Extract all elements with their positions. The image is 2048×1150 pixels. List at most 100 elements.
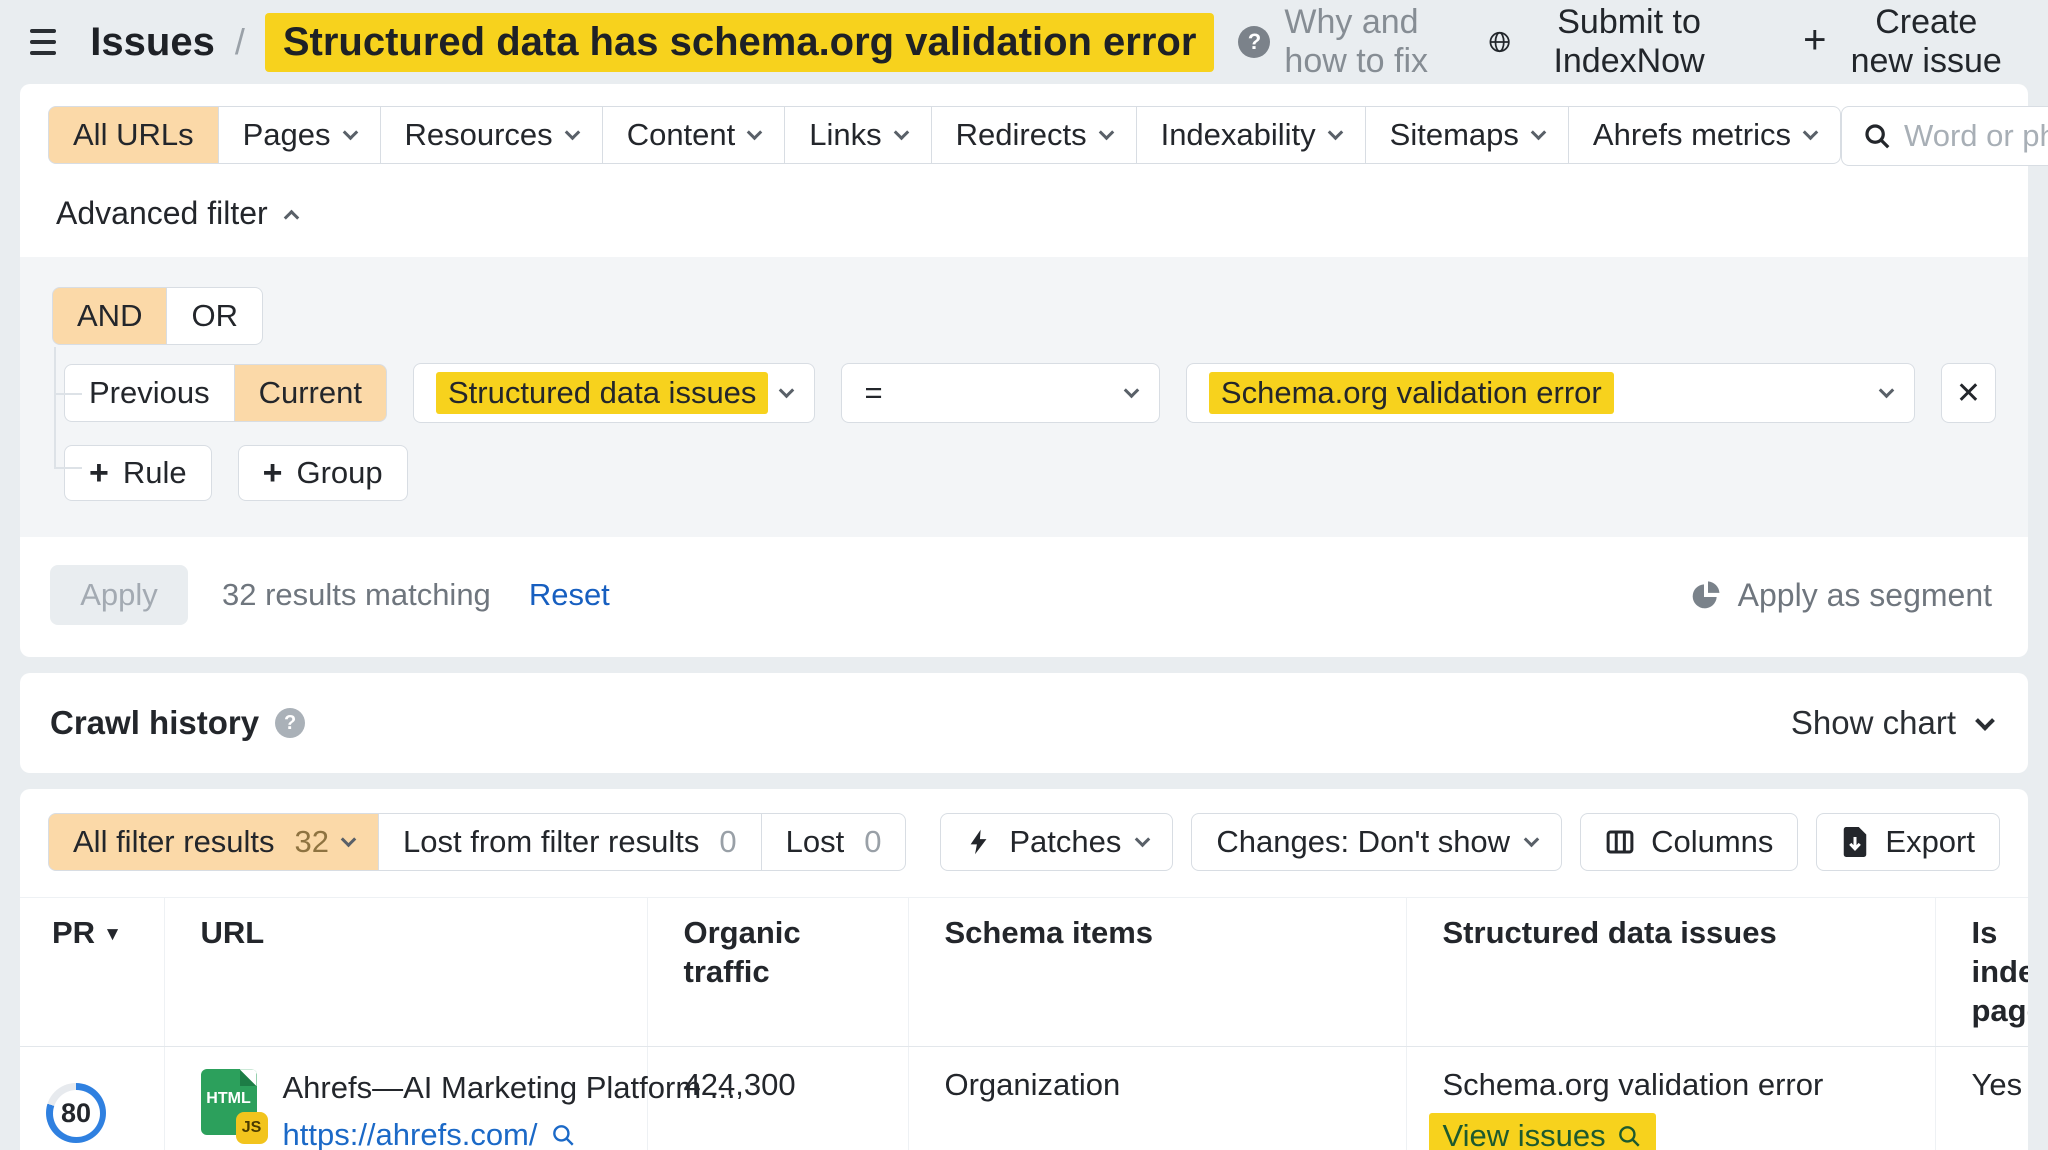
previous-button[interactable]: Previous [64,364,235,422]
tab-indexability[interactable]: Indexability [1137,106,1366,164]
tab-resources[interactable]: Resources [381,106,603,164]
why-how-to-fix-link[interactable]: ? Why and how to fix [1238,3,1481,81]
tab-all-urls[interactable]: All URLs [48,106,219,164]
chevron-down-icon [1879,383,1895,399]
column-label: Is index page [1972,915,2029,1028]
boolean-operator-toggle: AND OR [52,287,263,345]
tab-label: All URLs [73,117,194,153]
create-new-issue-button[interactable]: + Create new issue [1797,2,2018,82]
chevron-up-icon [283,209,299,225]
magnifier-icon [1616,1123,1642,1149]
submit-indexnow-button[interactable]: Submit to IndexNow [1482,2,1739,82]
columns-icon [1605,827,1635,857]
column-header-url[interactable]: URL [164,898,647,1047]
breadcrumb-issues[interactable]: Issues [90,20,215,65]
table-controls: All filter results 32 Lost from filter r… [20,813,2028,871]
add-group-button[interactable]: + Group [238,445,408,501]
show-chart-button[interactable]: Show chart [1785,703,1998,743]
column-header-pr[interactable]: PR▼ [20,898,164,1047]
chevron-down-icon [747,125,763,141]
issue-text: Schema.org validation error [1443,1067,1919,1103]
rule-value-select[interactable]: Schema.org validation error [1186,363,1915,423]
rule-connector [54,467,82,469]
is-index-page-value: Yes [1935,1047,2028,1150]
tab-lost[interactable]: Lost 0 [762,813,907,871]
chevron-down-icon [893,125,909,141]
tab-label: Content [627,117,736,153]
advanced-filter-toggle[interactable]: Advanced filter [50,194,303,233]
tab-label: Resources [405,117,553,153]
question-icon[interactable]: ? [275,708,305,738]
export-button[interactable]: Export [1816,813,2000,871]
page-url-link[interactable]: https://ahrefs.com/ [283,1117,736,1150]
remove-rule-button[interactable]: ✕ [1941,363,1996,423]
view-issues-link[interactable]: View issues [1429,1113,1656,1150]
columns-button[interactable]: Columns [1580,813,1798,871]
chevron-down-icon [1098,125,1114,141]
apply-row: Apply 32 results matching Reset Apply as… [20,537,2028,657]
tab-label: Indexability [1161,117,1316,153]
filters-panel: All URLs Pages Resources Content Links R… [20,84,2028,657]
chevron-down-icon [1124,383,1140,399]
table-header-row: PR▼ URL Organic traffic Schema items Str… [20,898,2028,1047]
filter-tabs-row: All URLs Pages Resources Content Links R… [20,84,2028,166]
globe-icon [1488,25,1511,59]
result-tab-count: 32 [295,824,329,860]
show-chart-label: Show chart [1791,704,1956,742]
chevron-down-icon [1803,125,1819,141]
tab-links[interactable]: Links [785,106,931,164]
column-header-structured-data-issues[interactable]: Structured data issues [1406,898,1935,1047]
column-header-schema-items[interactable]: Schema items [908,898,1406,1047]
tab-ahrefs-metrics[interactable]: Ahrefs metrics [1569,106,1841,164]
reset-link[interactable]: Reset [523,576,616,614]
tab-label: Pages [243,117,331,153]
columns-label: Columns [1651,824,1773,860]
hamburger-menu-icon[interactable] [30,29,56,55]
apply-button[interactable]: Apply [50,565,188,625]
tab-content[interactable]: Content [603,106,786,164]
tab-redirects[interactable]: Redirects [932,106,1137,164]
column-header-organic-traffic[interactable]: Organic traffic [647,898,908,1047]
result-tab-label: All filter results [73,824,275,860]
export-label: Export [1885,824,1975,860]
help-label: Why and how to fix [1284,3,1481,81]
advanced-filter-label: Advanced filter [56,195,268,232]
column-label: PR [52,915,95,950]
advanced-filter-box: AND OR Previous Current Structured data … [20,257,2028,537]
top-bar: Issues / Structured data has schema.org … [0,0,2048,84]
current-button[interactable]: Current [235,364,387,422]
changes-button[interactable]: Changes: Don't show [1191,813,1562,871]
html-file-icon: HTMLJS [201,1069,257,1135]
or-label: OR [191,298,238,334]
schema-items-value: Organization [908,1047,1406,1150]
column-label: Organic traffic [684,915,801,989]
chevron-down-icon [341,832,357,848]
crawl-history-title: Crawl history [50,704,259,742]
rule-comparator-select[interactable]: = [841,363,1159,423]
or-button[interactable]: OR [167,287,263,345]
filter-rule-row: Previous Current Structured data issues … [64,363,1996,423]
rule-field-select[interactable]: Structured data issues [413,363,815,423]
search-input[interactable] [1892,118,2048,154]
add-rule-button[interactable]: + Rule [64,445,212,501]
chevron-down-icon [1327,125,1343,141]
chevron-down-icon [564,125,580,141]
add-rule-label: Rule [123,455,187,491]
current-label: Current [259,375,362,411]
rule-connector [54,347,56,469]
and-button[interactable]: AND [52,287,167,345]
apply-as-segment-button[interactable]: Apply as segment [1684,576,1998,615]
tab-all-filter-results[interactable]: All filter results 32 [48,813,379,871]
chevron-down-icon [1524,832,1540,848]
tab-sitemaps[interactable]: Sitemaps [1366,106,1569,164]
result-tab-count: 0 [864,824,881,860]
tab-pages[interactable]: Pages [219,106,381,164]
chevron-down-icon [779,383,795,399]
patches-button[interactable]: Patches [940,813,1173,871]
export-file-icon [1841,827,1869,857]
submit-indexnow-label: Submit to IndexNow [1525,3,1733,81]
column-header-is-index-page[interactable]: Is index page [1935,898,2028,1047]
changes-label: Changes: Don't show [1216,824,1510,860]
tab-lost-from-filter-results[interactable]: Lost from filter results 0 [379,813,762,871]
table-row: 80 HTMLJS Ahrefs—AI Marketing Platform .… [20,1047,2028,1150]
